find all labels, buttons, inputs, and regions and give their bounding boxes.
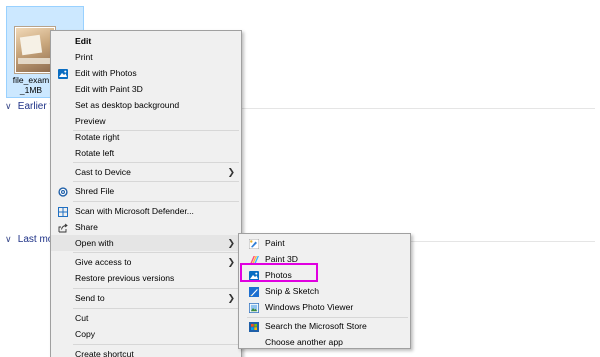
- menu-item-label: Set as desktop background: [75, 100, 180, 110]
- menu-item-label: Give access to: [75, 257, 132, 267]
- menu-separator: [73, 252, 239, 253]
- snip-sketch-icon: [249, 286, 259, 297]
- menu-item-scan-defender[interactable]: Scan with Microsoft Defender...: [51, 203, 241, 219]
- menu-item-create-shortcut[interactable]: Create shortcut: [51, 346, 241, 357]
- submenu-item-label: Paint: [265, 238, 285, 248]
- menu-item-label: Scan with Microsoft Defender...: [75, 206, 194, 216]
- context-menu: Edit Print Edit with Photos Edit with Pa…: [50, 30, 242, 357]
- menu-item-restore-previous-versions[interactable]: Restore previous versions: [51, 270, 241, 286]
- submenu-item-label: Search the Microsoft Store: [265, 321, 367, 331]
- file-thumbnail: [15, 27, 55, 73]
- menu-item-give-access-to[interactable]: Give access to ❯: [51, 254, 241, 270]
- menu-item-label: Preview: [75, 116, 106, 126]
- paint-icon: [248, 238, 260, 250]
- file-name-line1: file_exam: [12, 75, 50, 85]
- menu-item-edit[interactable]: Edit: [51, 33, 241, 49]
- photos-icon: [58, 68, 68, 79]
- menu-item-send-to[interactable]: Send to ❯: [51, 290, 241, 306]
- menu-separator: [73, 201, 239, 202]
- thumbnail-caption-strip: [18, 58, 52, 64]
- submenu-item-choose-another-app[interactable]: Choose another app: [239, 334, 410, 350]
- menu-item-label: Copy: [75, 329, 96, 339]
- submenu-item-search-store[interactable]: Search the Microsoft Store: [239, 318, 410, 334]
- chevron-right-icon: ❯: [227, 293, 235, 303]
- menu-item-cut[interactable]: Cut: [51, 310, 241, 326]
- menu-item-print[interactable]: Print: [51, 49, 241, 65]
- menu-separator: [73, 344, 239, 345]
- menu-item-label: Create shortcut: [75, 349, 134, 357]
- menu-item-open-with[interactable]: Open with ❯: [51, 235, 241, 251]
- menu-item-set-desktop-background[interactable]: Set as desktop background: [51, 97, 241, 113]
- menu-separator: [73, 181, 239, 182]
- thumbnail-paper: [19, 34, 43, 56]
- menu-item-label: Share: [75, 222, 98, 232]
- menu-item-label: Open with: [75, 238, 114, 248]
- menu-item-rotate-left[interactable]: Rotate left: [51, 145, 241, 161]
- menu-separator: [73, 288, 239, 289]
- group-header-earlier[interactable]: ∨ Earlier t: [5, 101, 52, 112]
- file-name: file_exam _1MB: [9, 75, 53, 95]
- menu-item-label: Rotate left: [75, 148, 115, 158]
- menu-item-rotate-right[interactable]: Rotate right: [51, 129, 241, 145]
- menu-item-share[interactable]: Share: [51, 219, 241, 235]
- menu-item-preview[interactable]: Preview: [51, 113, 241, 129]
- menu-item-label: Edit with Photos: [75, 68, 137, 78]
- open-with-submenu: Paint Paint 3D Photos Snip & Sketch Wind…: [238, 233, 411, 349]
- menu-item-label: Cast to Device: [75, 167, 131, 177]
- chevron-right-icon: ❯: [227, 257, 235, 267]
- photos-highlight-outline: [240, 263, 318, 282]
- group-header-earlier-label: Earlier t: [17, 101, 53, 112]
- menu-item-label: Shred File: [75, 186, 115, 196]
- shred-icon: [58, 186, 68, 197]
- file-name-line2: _1MB: [19, 85, 43, 95]
- submenu-item-paint[interactable]: Paint: [239, 235, 410, 251]
- menu-separator: [73, 162, 239, 163]
- menu-item-label: Cut: [75, 313, 89, 323]
- submenu-item-windows-photo-viewer[interactable]: Windows Photo Viewer: [239, 299, 410, 315]
- submenu-item-label: Choose another app: [265, 337, 343, 347]
- chevron-down-icon: ∨: [5, 101, 12, 111]
- explorer-window: file_exam _1MB ∨ Earlier t ∨ Last mo Edi…: [0, 0, 600, 357]
- store-icon: [249, 321, 259, 332]
- submenu-item-label: Snip & Sketch: [265, 286, 319, 296]
- defender-icon: [58, 206, 68, 217]
- menu-item-cast-to-device[interactable]: Cast to Device ❯: [51, 164, 241, 180]
- menu-separator: [73, 308, 239, 309]
- chevron-right-icon: ❯: [227, 167, 235, 177]
- menu-item-label: Rotate right: [75, 132, 120, 142]
- menu-item-label: Edit with Paint 3D: [75, 84, 143, 94]
- menu-item-label: Restore previous versions: [75, 273, 175, 283]
- submenu-item-snip-sketch[interactable]: Snip & Sketch: [239, 283, 410, 299]
- menu-item-shred-file[interactable]: Shred File: [51, 183, 241, 199]
- menu-item-label: Print: [75, 52, 93, 62]
- menu-item-edit-with-paint3d[interactable]: Edit with Paint 3D: [51, 81, 241, 97]
- menu-item-label: Send to: [75, 293, 105, 303]
- share-icon: [58, 222, 68, 233]
- chevron-down-icon: ∨: [5, 234, 12, 244]
- photo-viewer-icon: [249, 302, 259, 313]
- group-header-last-label: Last mo: [17, 234, 54, 245]
- menu-item-copy[interactable]: Copy: [51, 326, 241, 342]
- group-header-last[interactable]: ∨ Last mo: [5, 234, 53, 245]
- menu-item-label: Edit: [75, 36, 92, 46]
- submenu-item-label: Windows Photo Viewer: [265, 302, 354, 312]
- chevron-right-icon: ❯: [227, 238, 235, 248]
- menu-item-edit-with-photos[interactable]: Edit with Photos: [51, 65, 241, 81]
